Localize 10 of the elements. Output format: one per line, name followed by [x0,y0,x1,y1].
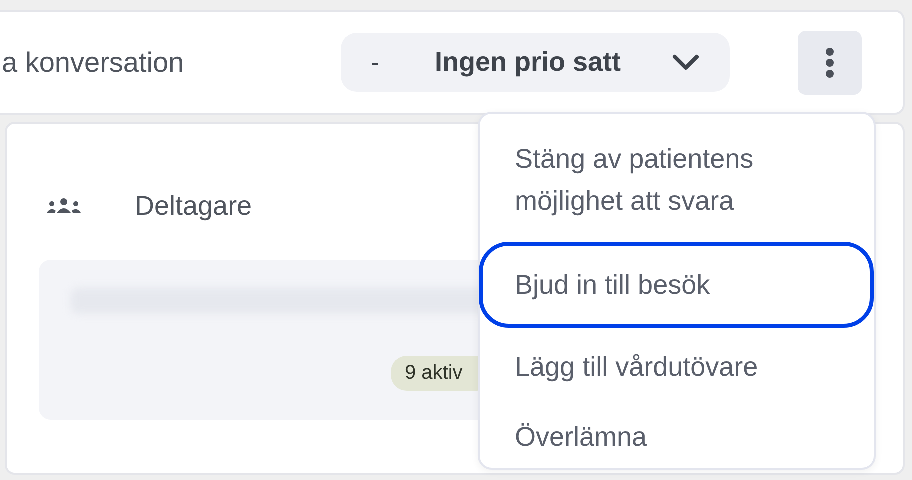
chevron-down-icon [672,54,700,72]
menu-item[interactable]: Stäng av patientens möjlighet att svara [479,130,874,242]
group-icon [47,198,81,214]
conversation-title: a konversation [2,46,186,78]
more-vertical-icon [825,46,835,78]
participants-heading: Deltagare [135,190,252,222]
menu-item[interactable]: Bjud in till besök [479,242,874,328]
more-options-button[interactable] [798,30,862,94]
priority-dropdown[interactable]: - Ingen prio satt [341,33,730,92]
menu-item[interactable]: Överlämna [479,408,874,466]
